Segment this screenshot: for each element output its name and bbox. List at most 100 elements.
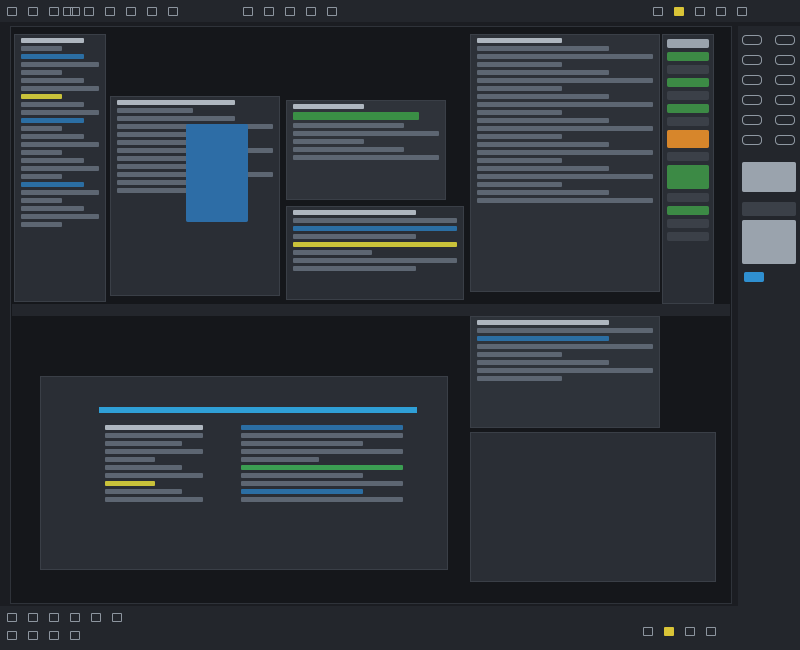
list-item[interactable]: [477, 344, 653, 349]
table-row[interactable]: [105, 481, 155, 486]
close-icon[interactable]: [706, 627, 717, 636]
star-icon[interactable]: [775, 135, 796, 145]
list-item[interactable]: [293, 250, 373, 255]
layers-icon[interactable]: [742, 55, 762, 65]
table-row[interactable]: [105, 433, 203, 438]
sidebar-preview-large[interactable]: [742, 220, 796, 264]
eye-icon[interactable]: [742, 115, 762, 125]
table-row[interactable]: [105, 465, 182, 470]
property-strip-green[interactable]: [667, 165, 709, 189]
arrow-right-icon[interactable]: [28, 631, 39, 640]
table-row[interactable]: [241, 481, 403, 486]
table-row[interactable]: [105, 449, 203, 454]
list-item[interactable]: [477, 94, 609, 99]
list-item[interactable]: [477, 158, 562, 163]
list-item[interactable]: [21, 198, 62, 203]
paste-icon[interactable]: [327, 7, 338, 16]
maximize-icon[interactable]: [685, 627, 696, 636]
list-item[interactable]: [117, 116, 235, 121]
property-strip[interactable]: [667, 52, 709, 61]
list-item[interactable]: [21, 126, 62, 131]
list-item[interactable]: [477, 174, 653, 179]
list-item[interactable]: [293, 139, 365, 144]
list-item[interactable]: [21, 150, 62, 155]
record-icon[interactable]: [49, 613, 60, 622]
selected-row[interactable]: [293, 112, 420, 120]
list-item[interactable]: [477, 336, 609, 341]
list-item[interactable]: [21, 86, 99, 91]
list-item[interactable]: [293, 226, 457, 231]
gear-icon[interactable]: [742, 95, 762, 105]
list-item[interactable]: [117, 100, 235, 105]
property-strip[interactable]: [667, 152, 709, 161]
table-row[interactable]: [105, 473, 203, 478]
list-item[interactable]: [293, 210, 417, 215]
table-row[interactable]: [241, 425, 403, 430]
property-strip[interactable]: [667, 39, 709, 48]
close-icon[interactable]: [737, 7, 748, 16]
list-item[interactable]: [21, 222, 62, 227]
property-strip[interactable]: [667, 78, 709, 87]
table-row[interactable]: [241, 473, 363, 478]
lock-icon[interactable]: [775, 95, 796, 105]
list-item[interactable]: [477, 150, 653, 155]
list-item[interactable]: [477, 134, 562, 139]
table-row[interactable]: [241, 457, 320, 462]
list-item[interactable]: [21, 110, 99, 115]
list-item[interactable]: [21, 142, 99, 147]
highlight-icon[interactable]: [674, 7, 685, 16]
list-item[interactable]: [21, 190, 99, 195]
list-item[interactable]: [477, 182, 562, 187]
property-strip[interactable]: [667, 232, 709, 241]
table-row[interactable]: [105, 489, 182, 494]
list-item[interactable]: [117, 108, 193, 113]
sidebar-preview[interactable]: [742, 162, 796, 192]
list-item[interactable]: [21, 54, 84, 59]
list-item[interactable]: [21, 70, 62, 75]
sidebar-block[interactable]: [742, 202, 796, 216]
table-row[interactable]: [241, 489, 363, 494]
table-row[interactable]: [105, 497, 203, 502]
list-item[interactable]: [21, 166, 99, 171]
sliders-icon[interactable]: [742, 35, 762, 45]
list-item[interactable]: [477, 166, 609, 171]
list-item[interactable]: [21, 38, 84, 43]
list-item[interactable]: [477, 190, 609, 195]
list-item[interactable]: [477, 360, 609, 365]
list-item[interactable]: [117, 180, 193, 185]
play-icon[interactable]: [7, 613, 17, 622]
table-row[interactable]: [241, 449, 403, 454]
bell-icon[interactable]: [653, 7, 663, 16]
redo-icon[interactable]: [264, 7, 275, 16]
maximize-icon[interactable]: [716, 7, 727, 16]
export-icon[interactable]: [112, 613, 123, 622]
share-icon[interactable]: [126, 7, 137, 16]
refresh-icon[interactable]: [775, 75, 796, 85]
bookmark-icon[interactable]: [775, 35, 796, 45]
list-item[interactable]: [477, 126, 653, 131]
list-item[interactable]: [293, 131, 439, 136]
stop-icon[interactable]: [28, 613, 39, 622]
list-item[interactable]: [293, 258, 457, 263]
list-item[interactable]: [21, 94, 62, 99]
list-item[interactable]: [477, 86, 562, 91]
property-strip[interactable]: [667, 65, 709, 74]
list-item[interactable]: [293, 155, 439, 160]
menu-icon[interactable]: [49, 631, 60, 640]
list-item[interactable]: [293, 218, 457, 223]
grid-icon[interactable]: [28, 7, 39, 16]
list-item[interactable]: [477, 368, 653, 373]
list-item[interactable]: [477, 46, 609, 51]
list-item[interactable]: [21, 174, 62, 179]
folder-icon[interactable]: [84, 7, 95, 16]
grid-icon[interactable]: [70, 631, 81, 640]
list-item[interactable]: [477, 54, 653, 59]
settings-icon[interactable]: [643, 627, 653, 636]
list-item[interactable]: [21, 214, 99, 219]
list-item[interactable]: [477, 70, 609, 75]
list-item[interactable]: [477, 352, 562, 357]
table-row[interactable]: [241, 465, 403, 470]
list-item[interactable]: [477, 102, 653, 107]
sidebar-blue-button[interactable]: [744, 272, 764, 282]
list-item[interactable]: [477, 78, 653, 83]
